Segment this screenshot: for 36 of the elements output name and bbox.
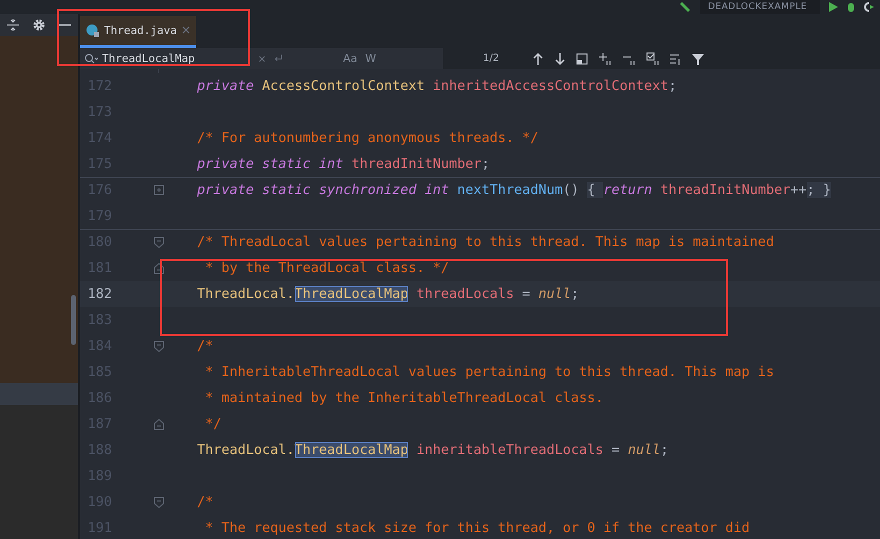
select-all-icon[interactable] [645, 52, 661, 66]
add-selection-icon[interactable] [597, 52, 613, 66]
code-text: private AccessControlContext inheritedAccessControlContext; [197, 78, 677, 94]
window-icon[interactable] [575, 52, 589, 66]
java-class-icon [86, 24, 99, 37]
previous-match-icon[interactable] [531, 52, 545, 66]
code-text: ThreadLocal.ThreadLocalMap inheritableThreadLocals = null; [197, 442, 668, 458]
code-text: /* For autonumbering anonymous threads. */ [197, 130, 538, 146]
collapse-all-icon[interactable] [6, 18, 20, 32]
code-text: ThreadLocal.ThreadLocalMap threadLocals = null; [197, 286, 580, 302]
code-text: private static synchronized int nextThreadNum() { return threadInitNumber++; } [197, 182, 832, 198]
code-text: /* [197, 338, 214, 354]
code-text: /* ThreadLocal values pertaining to this thread. This map is maintained [197, 234, 774, 250]
search-field[interactable]: ThreadLocalMap [80, 48, 335, 69]
code-text: * maintained by the InheritableThreadLocal class. [204, 390, 604, 406]
editor-tab[interactable]: Thread.java [80, 16, 196, 48]
close-icon[interactable] [182, 26, 190, 34]
code-text: /* [197, 494, 214, 510]
run-icon[interactable] [828, 2, 838, 12]
line-number: 182 [86, 286, 112, 302]
code-text: private static int threadInitNumber; [197, 156, 490, 172]
next-match-icon[interactable] [553, 52, 567, 66]
scrollbar-thumb[interactable] [71, 295, 76, 345]
search-option-toggle[interactable]: W [365, 52, 376, 65]
match-count: 1/2 [483, 53, 500, 64]
code-text: * InheritableThreadLocal values pertaining to this thread. This map is [204, 364, 774, 380]
code-text: * The requested stack size for this thread, or 0 if the creator did [204, 520, 750, 536]
settings-icon[interactable] [32, 18, 46, 32]
bug-icon[interactable] [846, 2, 856, 12]
search-icon[interactable] [84, 52, 98, 64]
code-text: * by the ThreadLocal class. */ [204, 260, 449, 276]
run-configuration-name: DEADLOCKEXAMPLE [708, 2, 808, 12]
filter-icon[interactable] [691, 52, 705, 66]
run-configuration-selector[interactable]: DEADLOCKEXAMPLE [700, 0, 820, 14]
code-text: */ [204, 416, 222, 432]
search-option-toggle[interactable]: Aa [343, 52, 358, 65]
